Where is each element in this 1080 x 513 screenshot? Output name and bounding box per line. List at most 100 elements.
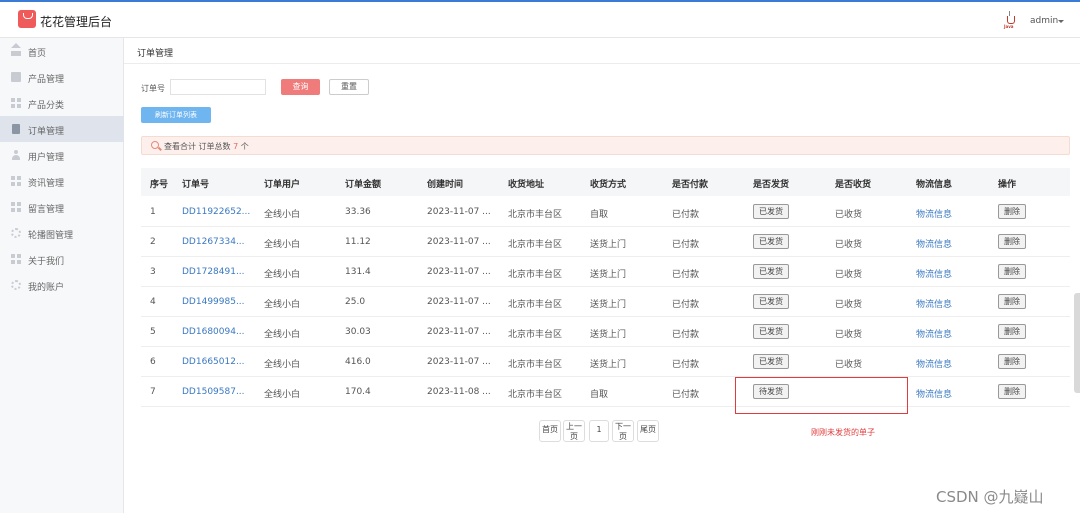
shipped-status-button[interactable]: 已发货 bbox=[753, 354, 789, 369]
order-no-link[interactable]: DD1509587... bbox=[182, 387, 245, 397]
grid-icon bbox=[11, 254, 21, 264]
shipped-status-button[interactable]: 已发货 bbox=[753, 234, 789, 249]
order-no-link[interactable]: DD1267334... bbox=[182, 237, 245, 247]
shopping-bag-logo-icon bbox=[18, 10, 36, 28]
shipped-status-button[interactable]: 已发货 bbox=[753, 324, 789, 339]
order-no-link[interactable]: DD1499985... bbox=[182, 297, 245, 307]
delete-button[interactable]: 删除 bbox=[998, 324, 1026, 339]
search-icon bbox=[151, 141, 159, 149]
watermark: CSDN @九嶷山 bbox=[936, 488, 1044, 506]
table-row: 2 DD1267334... 全线小白 11.12 2023-11-07 ...… bbox=[141, 227, 1070, 257]
shipped-status-button[interactable]: 已发货 bbox=[753, 264, 789, 279]
prev-label-line2: 页 bbox=[570, 432, 578, 441]
order-no-link[interactable]: DD1665012... bbox=[182, 357, 245, 367]
shipped-status-button[interactable]: 已发货 bbox=[753, 294, 789, 309]
order-user: 全线小白 bbox=[264, 240, 301, 250]
logistics-link[interactable]: 物流信息 bbox=[916, 297, 952, 310]
sidebar-item-users[interactable]: 用户管理 bbox=[0, 142, 124, 168]
username-dropdown[interactable]: admin bbox=[1030, 16, 1058, 26]
sidebar-item-orders[interactable]: 订单管理 bbox=[0, 116, 124, 142]
logistics-link[interactable]: 物流信息 bbox=[916, 357, 952, 370]
sidebar-item-messages[interactable]: 留言管理 bbox=[0, 194, 124, 220]
delivery-method: 送货上门 bbox=[590, 360, 627, 370]
order-user: 全线小白 bbox=[264, 390, 301, 400]
sidebar-item-home[interactable]: 首页 bbox=[0, 38, 124, 64]
order-amount: 25.0 bbox=[345, 297, 366, 307]
column-header: 序号 bbox=[150, 180, 169, 190]
prev-page-button[interactable]: 上一 页 bbox=[563, 420, 585, 442]
received-status: 已收货 bbox=[835, 240, 863, 250]
reset-button[interactable]: 重置 bbox=[329, 79, 369, 95]
page-title: 订单管理 bbox=[137, 49, 174, 59]
order-amount: 170.4 bbox=[345, 387, 371, 397]
order-amount: 11.12 bbox=[345, 237, 371, 247]
delivery-address: 北京市丰台区 bbox=[508, 270, 563, 280]
refresh-orders-button[interactable]: 刷新订单列表 bbox=[141, 107, 211, 123]
paid-status: 已付款 bbox=[672, 270, 700, 280]
gear-icon bbox=[11, 228, 21, 238]
summary-bar: 查看合计 订单总数 7 个 bbox=[141, 136, 1070, 155]
sidebar-item-account[interactable]: 我的账户 bbox=[0, 272, 124, 298]
user-icon bbox=[11, 150, 21, 160]
sidebar-item-carousel[interactable]: 轮播图管理 bbox=[0, 220, 124, 246]
logistics-link[interactable]: 物流信息 bbox=[916, 387, 952, 400]
delete-button[interactable]: 删除 bbox=[998, 264, 1026, 279]
shipped-status-button[interactable]: 已发货 bbox=[753, 204, 789, 219]
logistics-link[interactable]: 物流信息 bbox=[916, 327, 952, 340]
row-index: 3 bbox=[150, 267, 156, 277]
paid-status: 已付款 bbox=[672, 330, 700, 340]
column-header: 是否收货 bbox=[835, 180, 872, 190]
first-page-button[interactable]: 首页 bbox=[539, 420, 561, 442]
delivery-address: 北京市丰台区 bbox=[508, 240, 563, 250]
paid-status: 已付款 bbox=[672, 390, 700, 400]
order-count: 7 bbox=[233, 142, 239, 151]
order-no-link[interactable]: DD1728491... bbox=[182, 267, 245, 277]
caret-down-icon[interactable] bbox=[1058, 20, 1064, 23]
sidebar-item-about[interactable]: 关于我们 bbox=[0, 246, 124, 272]
query-button[interactable]: 查询 bbox=[281, 79, 320, 95]
order-icon bbox=[12, 124, 20, 134]
java-cup-icon[interactable]: Java bbox=[1004, 11, 1018, 31]
sidebar-item-label: 资讯管理 bbox=[28, 179, 65, 189]
sidebar-item-categories[interactable]: 产品分类 bbox=[0, 90, 124, 116]
home-icon bbox=[11, 43, 21, 56]
order-no-input[interactable] bbox=[170, 79, 266, 95]
sidebar-item-label: 轮播图管理 bbox=[28, 231, 74, 241]
paid-status: 已付款 bbox=[672, 360, 700, 370]
column-header: 订单用户 bbox=[264, 180, 301, 190]
column-header: 是否付款 bbox=[672, 180, 709, 190]
sidebar-item-news[interactable]: 资讯管理 bbox=[0, 168, 124, 194]
created-time: 2023-11-07 ... bbox=[427, 327, 491, 337]
next-label-line1: 下一 bbox=[615, 422, 631, 431]
order-no-link[interactable]: DD1680094... bbox=[182, 327, 245, 337]
order-no-link[interactable]: DD11922652... bbox=[182, 207, 250, 217]
logistics-link[interactable]: 物流信息 bbox=[916, 237, 952, 250]
prev-label-line1: 上一 bbox=[566, 422, 582, 431]
last-page-button[interactable]: 尾页 bbox=[637, 420, 659, 442]
current-page-button[interactable]: 1 bbox=[589, 420, 609, 442]
delete-button[interactable]: 删除 bbox=[998, 234, 1026, 249]
created-time: 2023-11-07 ... bbox=[427, 297, 491, 307]
summary-unit: 个 bbox=[240, 142, 249, 151]
delete-button[interactable]: 删除 bbox=[998, 384, 1026, 399]
product-icon bbox=[11, 72, 21, 82]
delivery-method: 自取 bbox=[590, 210, 609, 220]
summary-text: 查看合计 订单总数 7 个 bbox=[164, 141, 249, 152]
delete-button[interactable]: 删除 bbox=[998, 354, 1026, 369]
side-scroll-handle[interactable] bbox=[1074, 293, 1080, 393]
order-user: 全线小白 bbox=[264, 330, 301, 340]
order-user: 全线小白 bbox=[264, 360, 301, 370]
logistics-link[interactable]: 物流信息 bbox=[916, 207, 952, 220]
row-index: 7 bbox=[150, 387, 156, 397]
order-amount: 30.03 bbox=[345, 327, 371, 337]
sidebar-item-products[interactable]: 产品管理 bbox=[0, 64, 124, 90]
logistics-link[interactable]: 物流信息 bbox=[916, 267, 952, 280]
sidebar-item-label: 产品管理 bbox=[28, 75, 65, 85]
next-page-button[interactable]: 下一 页 bbox=[612, 420, 634, 442]
delete-button[interactable]: 删除 bbox=[998, 204, 1026, 219]
order-user: 全线小白 bbox=[264, 270, 301, 280]
sidebar-item-label: 留言管理 bbox=[28, 205, 65, 215]
paid-status: 已付款 bbox=[672, 240, 700, 250]
delete-button[interactable]: 删除 bbox=[998, 294, 1026, 309]
sidebar: 首页 产品管理 产品分类 订单管理 用户管理 资讯管理 留言管理 轮播图管理 关… bbox=[0, 38, 124, 513]
